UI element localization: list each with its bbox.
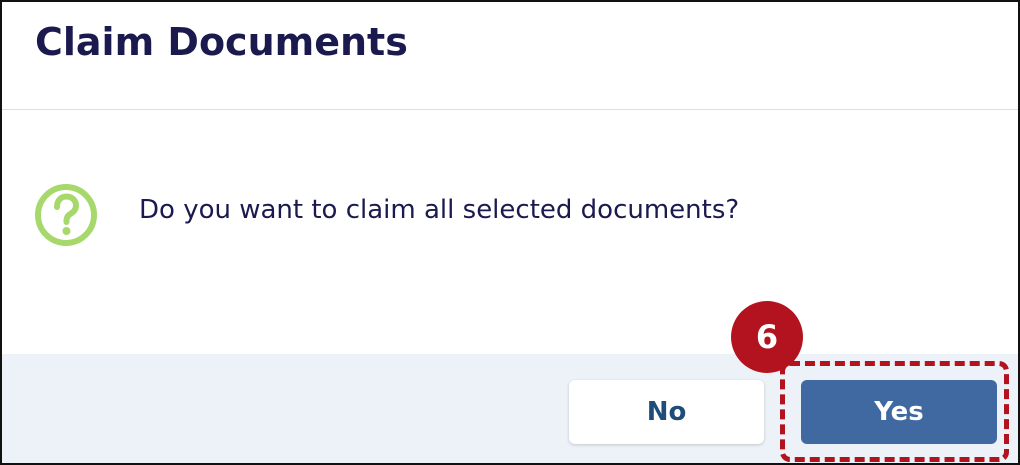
dialog-message: Do you want to claim all selected docume… [139, 195, 740, 225]
dialog-footer: No Yes [2, 354, 1018, 463]
yes-button[interactable]: Yes [801, 380, 997, 444]
question-circle-icon [32, 181, 100, 249]
dialog-header: Claim Documents [2, 2, 1018, 110]
no-button[interactable]: No [569, 380, 764, 444]
dialog-body: Do you want to claim all selected docume… [2, 110, 1018, 354]
step-number-badge: 6 [731, 301, 803, 373]
dialog-title: Claim Documents [35, 20, 408, 64]
claim-documents-dialog: Claim Documents Do you want to claim all… [0, 0, 1020, 465]
